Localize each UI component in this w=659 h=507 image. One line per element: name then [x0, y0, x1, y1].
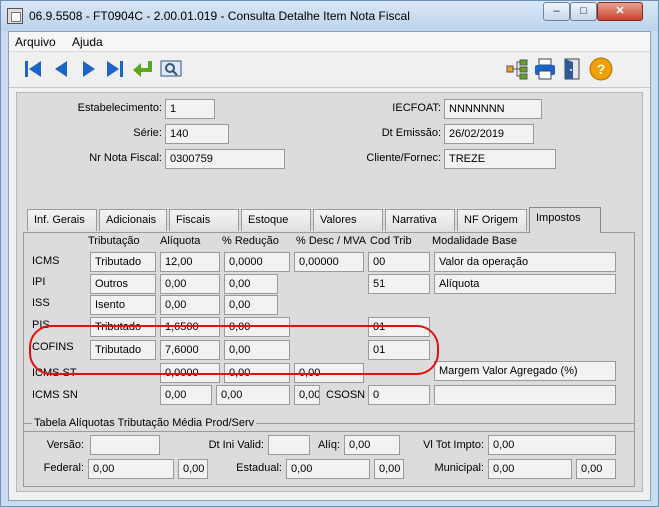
icms-sn-value-3[interactable]: 0,00 — [294, 385, 320, 405]
versao-label: Versão: — [46, 439, 84, 451]
ipi-label: IPI — [32, 276, 46, 288]
serie-label: Série: — [133, 127, 162, 139]
icms-desc-mva[interactable]: 0,00000 — [294, 252, 364, 272]
ipi-tributacao[interactable]: Outros — [90, 274, 156, 294]
aliq-label: Alíq: — [317, 439, 340, 451]
nr-nota-label: Nr Nota Fiscal: — [89, 152, 162, 164]
icms-modalidade[interactable]: Valor da operação — [434, 252, 616, 272]
tab-estoque[interactable]: Estoque — [241, 209, 311, 231]
ipi-modalidade[interactable]: Alíquota — [434, 274, 616, 294]
icms-sn-value-2[interactable]: 0,00 — [216, 385, 290, 405]
menu-arquivo[interactable]: Arquivo — [15, 35, 56, 49]
close-button[interactable]: ✕ — [597, 2, 643, 21]
federal-label: Federal: — [43, 462, 84, 474]
icms-sn-label: ICMS SN — [32, 389, 78, 401]
app-icon — [7, 8, 23, 24]
icms-sn-extra-field[interactable] — [434, 385, 616, 405]
client-area: Arquivo Ajuda ? Estabelecimento: 1 Série… — [8, 31, 651, 501]
iecfoat-label: IECFOAT: — [392, 102, 441, 114]
icms-st-modalidade[interactable]: Margem Valor Agregado (%) — [434, 361, 616, 381]
previous-record-icon[interactable] — [49, 57, 73, 81]
print-icon[interactable] — [533, 57, 557, 81]
estabelecimento-label: Estabelecimento: — [77, 102, 162, 114]
tab-strip: Inf. Gerais Adicionais Fiscais Estoque V… — [27, 207, 627, 233]
estadual-label: Estadual: — [236, 462, 282, 474]
ipi-cod-trib[interactable]: 51 — [368, 274, 430, 294]
goto-return-icon[interactable] — [131, 57, 155, 81]
tab-valores[interactable]: Valores — [313, 209, 383, 231]
tab-adicionais[interactable]: Adicionais — [99, 209, 167, 231]
municipal-field-2[interactable]: 0,00 — [576, 459, 616, 479]
aliquotas-group: Tabela Alíquotas Tributação Média Prod/S… — [23, 417, 635, 487]
iss-aliquota[interactable]: 0,00 — [160, 295, 220, 315]
minimize-button[interactable]: – — [543, 2, 570, 21]
icms-tributacao[interactable]: Tributado — [90, 252, 156, 272]
group-title: Tabela Alíquotas Tributação Média Prod/S… — [32, 417, 257, 429]
versao-field[interactable] — [90, 435, 160, 455]
icms-cod-trib[interactable]: 00 — [368, 252, 430, 272]
maximize-button[interactable]: □ — [570, 2, 597, 21]
col-aliquota: Alíquota — [160, 235, 201, 247]
tab-narrativa[interactable]: Narrativa — [385, 209, 455, 231]
serie-field[interactable]: 140 — [165, 124, 229, 144]
col-tributacao: Tributação — [88, 235, 140, 247]
csosn-field[interactable]: 0 — [368, 385, 430, 405]
iecfoat-field[interactable]: NNNNNNN — [444, 99, 542, 119]
highlight-ellipse — [29, 325, 439, 375]
toolbar: ? — [9, 52, 650, 88]
iss-reducao[interactable]: 0,00 — [224, 295, 278, 315]
app-window: 06.9.5508 - FT0904C - 2.00.01.019 - Cons… — [0, 0, 659, 507]
icms-label: ICMS — [32, 255, 60, 267]
aliq-field[interactable]: 0,00 — [344, 435, 400, 455]
municipal-field-1[interactable]: 0,00 — [488, 459, 572, 479]
ipi-reducao[interactable]: 0,00 — [224, 274, 278, 294]
detail-body: Estabelecimento: 1 Série: 140 Nr Nota Fi… — [16, 92, 643, 492]
ipi-aliquota[interactable]: 0,00 — [160, 274, 220, 294]
estadual-field-1[interactable]: 0,00 — [286, 459, 370, 479]
federal-field-1[interactable]: 0,00 — [88, 459, 174, 479]
tab-nf-origem[interactable]: NF Origem — [457, 209, 527, 231]
estabelecimento-field[interactable]: 1 — [165, 99, 215, 119]
title-bar: 06.9.5508 - FT0904C - 2.00.01.019 - Cons… — [1, 1, 658, 31]
search-screen-icon[interactable] — [159, 57, 183, 81]
col-modalidade: Modalidade Base — [432, 235, 518, 247]
icms-aliquota[interactable]: 12,00 — [160, 252, 220, 272]
col-desc-mva: % Desc / MVA — [296, 235, 367, 247]
federal-field-2[interactable]: 0,00 — [178, 459, 208, 479]
icms-reducao[interactable]: 0,0000 — [224, 252, 290, 272]
iss-label: ISS — [32, 297, 50, 309]
nr-nota-field[interactable]: 0300759 — [165, 149, 285, 169]
window-title: 06.9.5508 - FT0904C - 2.00.01.019 - Cons… — [29, 9, 410, 23]
icms-sn-value-1[interactable]: 0,00 — [160, 385, 212, 405]
tab-impostos[interactable]: Impostos — [529, 207, 601, 233]
iss-tributacao[interactable]: Isento — [90, 295, 156, 315]
csosn-label: CSOSN — [326, 389, 366, 401]
dt-ini-label: Dt Ini Valid: — [208, 439, 264, 451]
svg-text:?: ? — [597, 61, 606, 77]
cliente-field[interactable]: TREZE — [444, 149, 556, 169]
help-icon[interactable]: ? — [589, 57, 613, 81]
tree-structure-icon[interactable] — [505, 57, 529, 81]
first-record-icon[interactable] — [21, 57, 45, 81]
exit-door-icon[interactable] — [561, 57, 585, 81]
menu-bar: Arquivo Ajuda — [9, 32, 650, 52]
dt-emissao-field[interactable]: 26/02/2019 — [444, 124, 534, 144]
next-record-icon[interactable] — [77, 57, 101, 81]
tab-fiscais[interactable]: Fiscais — [169, 209, 239, 231]
tab-inf-gerais[interactable]: Inf. Gerais — [27, 209, 97, 231]
menu-ajuda[interactable]: Ajuda — [72, 35, 103, 49]
vl-tot-field[interactable]: 0,00 — [488, 435, 616, 455]
municipal-label: Municipal: — [434, 462, 484, 474]
last-record-icon[interactable] — [103, 57, 127, 81]
cliente-label: Cliente/Fornec: — [366, 152, 441, 164]
col-reducao: % Redução — [222, 235, 279, 247]
vl-tot-label: Vl Tot Impto: — [423, 439, 484, 451]
estadual-field-2[interactable]: 0,00 — [374, 459, 404, 479]
dt-emissao-label: Dt Emissão: — [381, 127, 441, 139]
col-cod-trib: Cod Trib — [370, 235, 412, 247]
